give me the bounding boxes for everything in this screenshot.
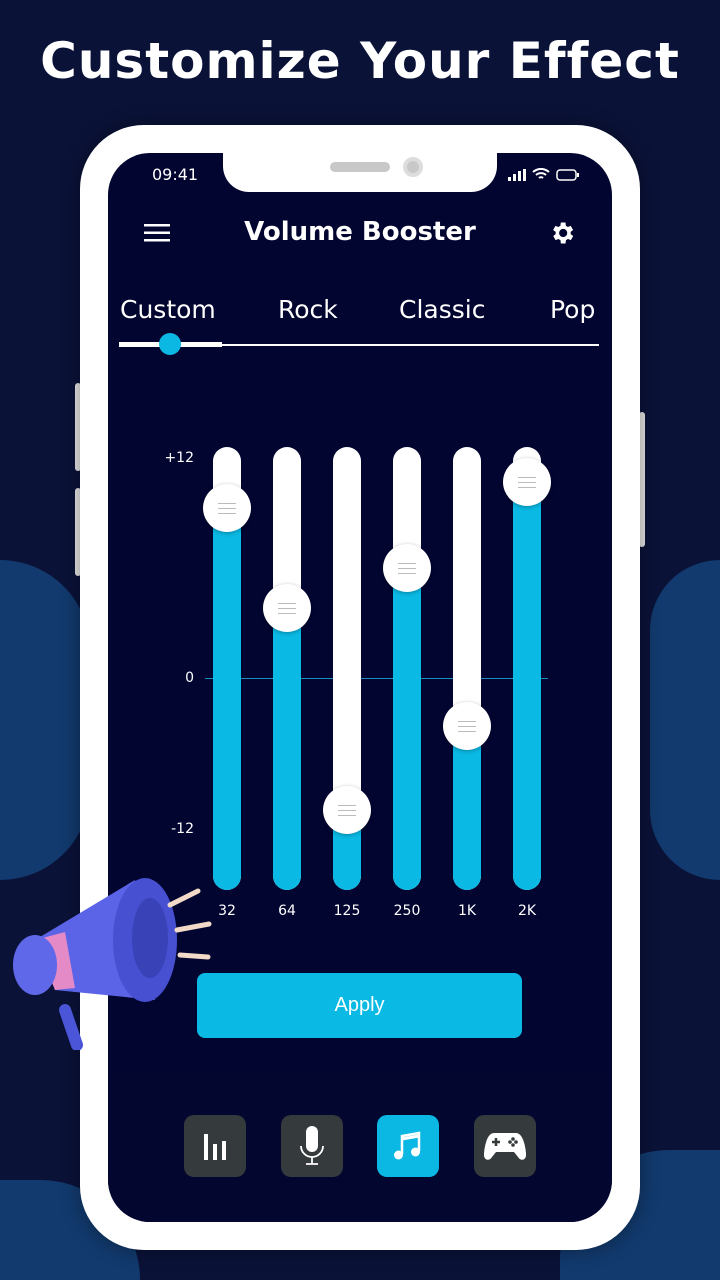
eq-slider-fill xyxy=(513,481,541,890)
tab-pop[interactable]: Pop xyxy=(550,295,595,324)
nav-music[interactable] xyxy=(377,1115,439,1177)
eq-slider-knob[interactable] xyxy=(203,483,251,532)
eq-slider-fill xyxy=(213,507,241,890)
eq-slider-fill xyxy=(393,568,421,890)
eq-slider-fill xyxy=(273,608,301,890)
eq-band-label: 125 xyxy=(333,903,361,919)
eq-slider-track[interactable] xyxy=(513,447,541,890)
eq-band-label: 250 xyxy=(393,903,421,919)
tab-classic[interactable]: Classic xyxy=(399,295,485,324)
headline: Customize Your Effect xyxy=(40,32,680,90)
apply-button[interactable]: Apply xyxy=(197,973,522,1038)
eq-band-label: 64 xyxy=(278,903,296,919)
status-icons xyxy=(508,168,580,181)
y-label-top: +12 xyxy=(164,450,194,466)
tab-indicator-knob xyxy=(159,333,181,355)
nav-games[interactable] xyxy=(474,1115,536,1177)
eq-slider-knob[interactable] xyxy=(443,701,491,750)
eq-band-label: 1K xyxy=(457,903,477,919)
battery-icon xyxy=(556,168,579,181)
eq-slider-track[interactable] xyxy=(273,447,301,890)
app-title: Volume Booster xyxy=(244,217,476,247)
tab-custom[interactable]: Custom xyxy=(120,295,216,324)
nav-microphone[interactable] xyxy=(281,1115,343,1177)
y-label-zero: 0 xyxy=(185,670,194,686)
zero-line xyxy=(205,678,548,679)
microphone-icon xyxy=(300,1126,324,1165)
eq-slider-knob[interactable] xyxy=(263,584,311,633)
eq-slider-track[interactable] xyxy=(453,447,481,890)
tab-rock[interactable]: Rock xyxy=(278,295,338,324)
bottom-nav xyxy=(108,1070,612,1222)
y-label-bottom: -12 xyxy=(171,821,194,837)
nav-equalizer[interactable] xyxy=(184,1115,246,1177)
decor-blob xyxy=(650,560,720,880)
eq-band-label: 2K xyxy=(517,903,537,919)
eq-slider-knob[interactable] xyxy=(503,457,551,506)
gamepad-icon xyxy=(484,1133,526,1160)
equalizer-icon xyxy=(204,1134,226,1160)
music-note-icon xyxy=(394,1131,421,1160)
wifi-icon xyxy=(532,168,550,179)
signal-icon xyxy=(508,168,526,181)
megaphone-illustration xyxy=(13,878,212,1050)
eq-slider-fill xyxy=(453,725,481,890)
eq-slider-knob[interactable] xyxy=(383,544,431,592)
gear-icon[interactable] xyxy=(548,219,576,247)
eq-slider-track[interactable] xyxy=(393,447,421,890)
app-screen: 09:41 Volume Booster Custom Rock Classic… xyxy=(108,153,612,1222)
notch xyxy=(223,153,497,192)
eq-slider-knob[interactable] xyxy=(323,786,371,834)
status-time: 09:41 xyxy=(152,165,199,184)
decor-blob xyxy=(0,560,90,880)
